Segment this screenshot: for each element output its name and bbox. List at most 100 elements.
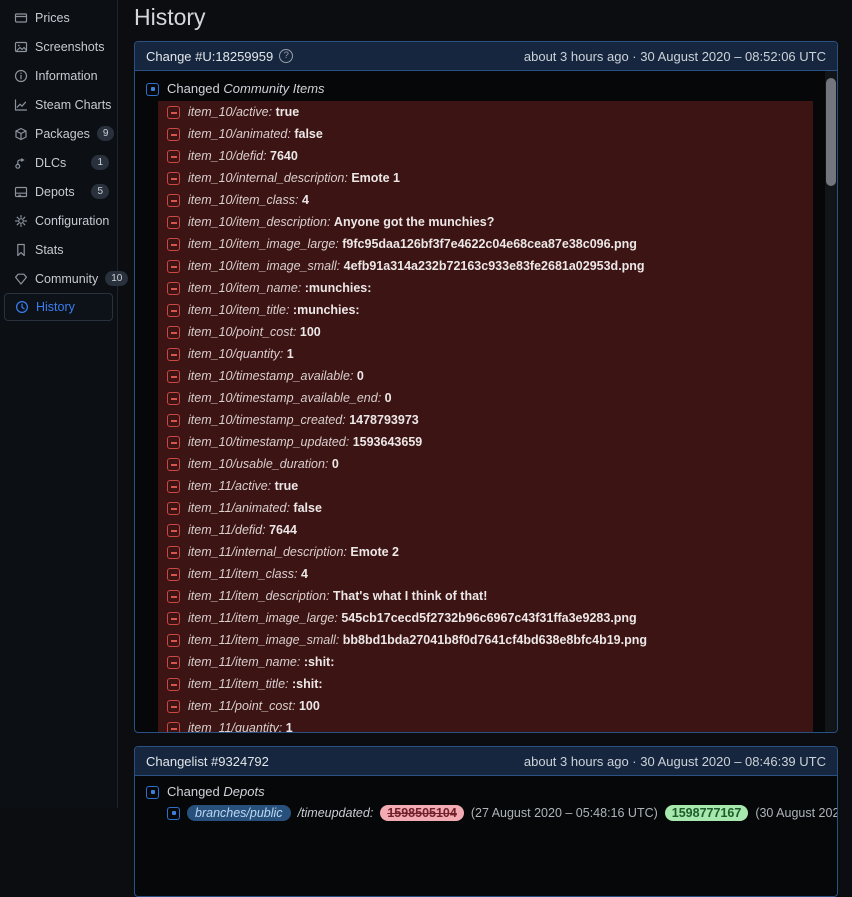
removed-row: item_11/quantity: 1 [158,717,813,732]
removed-row: item_10/timestamp_created: 1478793973 [158,409,813,431]
removed-row: item_11/item_name: :shit: [158,651,813,673]
sidebar-item-label: Community [35,272,98,286]
minus-icon [167,568,180,581]
sidebar-item-dlcs[interactable]: DLCs 1 [0,148,117,177]
removed-row: item_10/quantity: 1 [158,343,813,365]
minus-icon [167,502,180,515]
bookmark-icon [14,243,28,257]
credit-card-icon [14,11,28,25]
gem-icon [14,272,28,286]
minus-icon [167,348,180,361]
removed-row: item_10/item_image_large: f9fc95daa126bf… [158,233,813,255]
image-icon [14,40,28,54]
removed-row: item_11/item_image_large: 545cb17cecd5f2… [158,607,813,629]
minus-icon [167,216,180,229]
modified-row: branches/public /timeupdated: 1598505104… [158,802,837,824]
removed-row: item_10/usable_duration: 0 [158,453,813,475]
sidebar-item-steam-charts[interactable]: Steam Charts [0,90,117,119]
sidebar-item-label: Depots [35,185,75,199]
minus-icon [167,590,180,603]
changed-section-line: Changed Community Items [146,79,837,99]
sidebar-item-history[interactable]: History [4,293,113,321]
minus-icon [167,282,180,295]
removed-row: item_11/item_image_small: bb8bd1bda27041… [158,629,813,651]
minus-icon [167,458,180,471]
removed-row: item_11/item_title: :shit: [158,673,813,695]
sidebar-item-configuration[interactable]: Configuration [0,206,117,235]
sidebar-item-label: History [36,300,75,314]
gear-icon [14,214,28,228]
dlc-icon [14,156,28,170]
minus-icon [167,722,180,733]
sidebar-item-screenshots[interactable]: Screenshots [0,32,117,61]
removed-row: item_11/item_class: 4 [158,563,813,585]
removed-row: item_10/animated: false [158,123,813,145]
change-title-link[interactable]: Change #U:18259959 ? [146,49,293,64]
sidebar-item-stats[interactable]: Stats [0,235,117,264]
sidebar-item-label: Prices [35,11,70,25]
change-panel-header: Change #U:18259959 ? about 3 hours ago ·… [135,42,837,71]
minus-icon [167,546,180,559]
count-badge: 9 [97,126,115,141]
old-value: 1598505104 [380,805,464,821]
minus-icon [167,260,180,273]
minus-icon [167,634,180,647]
minus-icon [167,414,180,427]
removed-row: item_11/item_description: That's what I … [158,585,813,607]
removed-row: item_11/defid: 7644 [158,519,813,541]
removed-row: item_10/item_class: 4 [158,189,813,211]
removed-row: item_10/item_image_small: 4efb91a314a232… [158,255,813,277]
minus-icon [167,612,180,625]
help-icon[interactable]: ? [279,49,293,63]
section-target: Community Items [223,81,324,96]
minus-icon [167,370,180,383]
sidebar-item-packages[interactable]: Packages 9 [0,119,117,148]
sidebar-item-label: Stats [35,243,64,257]
info-circle-icon [14,69,28,83]
minus-icon [167,480,180,493]
minus-icon [167,656,180,669]
history-icon [15,300,29,314]
cube-icon [14,127,28,141]
sidebar-item-label: DLCs [35,156,66,170]
changelist-title-link[interactable]: Changelist #9324792 [146,754,269,769]
scrollbar-track[interactable] [825,71,837,732]
collapse-toggle-icon[interactable] [146,83,159,96]
removed-row: item_10/item_title: :munchies: [158,299,813,321]
section-target: Depots [223,784,264,799]
depot-icon [14,185,28,199]
count-badge: 1 [91,155,109,170]
minus-icon [167,172,180,185]
change-panel-body: Changed Community Items item_10/active: … [135,71,837,732]
removed-row: item_10/item_name: :munchies: [158,277,813,299]
count-badge: 5 [91,184,109,199]
removed-row: item_10/item_description: Anyone got the… [158,211,813,233]
sidebar-item-label: Information [35,69,98,83]
sidebar-item-information[interactable]: Information [0,61,117,90]
sidebar-item-label: Configuration [35,214,109,228]
main-content: History Change #U:18259959 ? about 3 hou… [119,0,852,808]
minus-icon [167,304,180,317]
change-timestamp: about 3 hours ago · 30 August 2020 – 08:… [524,49,826,64]
sidebar-item-label: Steam Charts [35,98,111,112]
sidebar: Prices Screenshots Information Steam Cha… [0,0,118,808]
minus-icon [167,700,180,713]
removed-row: item_10/timestamp_updated: 1593643659 [158,431,813,453]
sidebar-item-label: Screenshots [35,40,104,54]
minus-icon [167,436,180,449]
sidebar-item-community[interactable]: Community 10 [0,264,117,293]
minus-icon [167,392,180,405]
removed-row: item_10/timestamp_available: 0 [158,365,813,387]
removed-row: item_10/active: true [158,101,813,123]
sidebar-item-depots[interactable]: Depots 5 [0,177,117,206]
changelist-panel: Changelist #9324792 about 3 hours ago · … [134,746,838,897]
change-panel: Change #U:18259959 ? about 3 hours ago ·… [134,41,838,733]
sidebar-item-prices[interactable]: Prices [0,3,117,32]
collapse-toggle-icon[interactable] [146,786,159,799]
changelist-panel-body: Changed Depots branches/public /timeupda… [135,776,837,896]
highlighted-key: branches/public [187,805,291,821]
scrollbar-thumb[interactable] [826,78,836,186]
removed-row: item_10/defid: 7640 [158,145,813,167]
changelist-timestamp: about 3 hours ago · 30 August 2020 – 08:… [524,754,826,769]
removed-row: item_10/point_cost: 100 [158,321,813,343]
